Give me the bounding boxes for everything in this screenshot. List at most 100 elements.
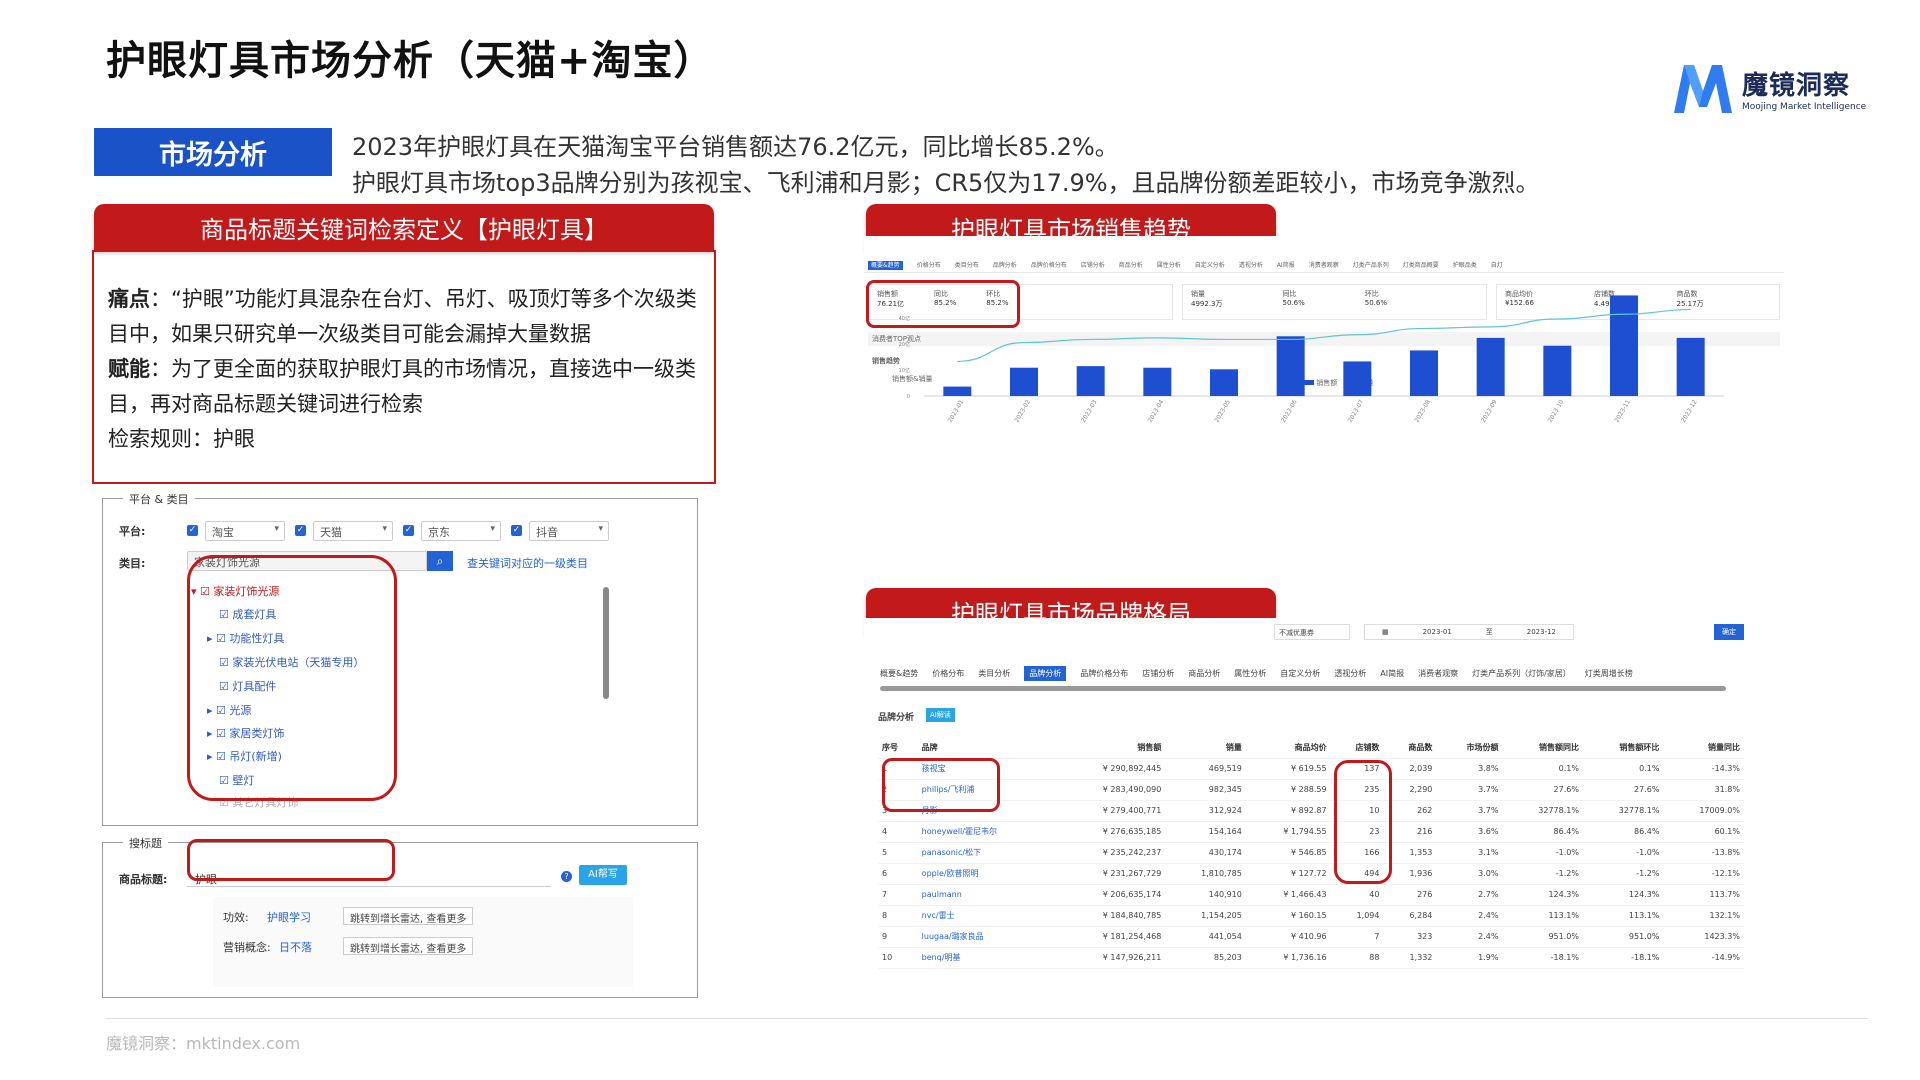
y-tick-label: 0 (907, 394, 910, 400)
date-range[interactable]: ▦ 2023-01 至 2023-12 (1364, 624, 1574, 640)
effect-jump-button[interactable]: 跳转到增长雷达, 查看更多 (343, 907, 474, 925)
effect-link[interactable]: 护眼学习 (267, 909, 311, 925)
section-tag: 市场分析 (94, 128, 332, 176)
tab[interactable]: 品牌价格分布 (1080, 669, 1128, 678)
brand-cell[interactable]: benq/明基 (917, 947, 1056, 969)
tab[interactable]: 透视分析 (1334, 669, 1366, 678)
brand-cell[interactable]: nvc/雷士 (917, 905, 1056, 927)
table-cell: -18.1% (1502, 947, 1583, 969)
tab[interactable]: 灯类周增长榜 (1585, 669, 1633, 678)
checkbox-douyin[interactable]: ✓ (511, 525, 522, 536)
table-cell: 1,154,205 (1165, 905, 1246, 927)
tab[interactable]: 概要&趋势 (880, 669, 918, 678)
ai-write-button[interactable]: AI帮写 (579, 865, 627, 885)
confirm-button[interactable]: 确定 (1714, 624, 1744, 640)
tab-scrollbar[interactable] (880, 686, 1726, 691)
bar-2023-09 (1476, 337, 1505, 396)
table-cell: ¥ 1,794.55 (1245, 821, 1331, 843)
ai-badge[interactable]: AI解读 (926, 708, 955, 722)
table-cell: 113.1% (1582, 905, 1664, 927)
tab-brand-active[interactable]: 品牌分析 (1024, 666, 1067, 681)
moojing-logo-icon (1674, 65, 1732, 113)
concept-jump-button[interactable]: 跳转到增长雷达, 查看更多 (343, 937, 474, 955)
select-taobao[interactable]: 淘宝 ▾ (205, 521, 285, 541)
select-tmall[interactable]: 天猫 ▾ (313, 521, 393, 541)
highlight-ellipse (882, 758, 1000, 812)
table-cell: -1.2% (1502, 863, 1583, 885)
logo: 魔镜洞察 Moojing Market Intelligence (1670, 58, 1880, 118)
table-cell: 17009.0% (1663, 800, 1744, 822)
table-row: 1 孩视宝 ¥ 290,892,445 469,519 ¥ 619.55 137 2,039… (878, 758, 1744, 780)
table-cell: 40 (1330, 884, 1384, 906)
select-douyin[interactable]: 抖音 ▾ (529, 521, 609, 541)
table-cell: ¥ 206,635,174 (1055, 884, 1166, 906)
table-cell: 0.1% (1582, 758, 1664, 780)
x-tick-label: 2023-09 (1480, 398, 1499, 423)
sales-trend-screenshot: 概要&趋势 价格分布 类目分布 品牌分析 品牌价格分布 店铺分析 商品分析 属性分析 自定义分析… (864, 236, 1784, 496)
highlight-ellipse (187, 839, 395, 881)
highlight-ellipse (187, 555, 397, 801)
table-cell: -14.9% (1663, 947, 1744, 969)
brand-cell[interactable]: paulmann (917, 884, 1056, 906)
summary-line-1: 2023年护眼灯具在天猫淘宝平台销售额达76.2亿元，同比增长85.2%。 (352, 133, 1119, 161)
brand-cell[interactable]: honeywell/霍尼韦尔 (917, 821, 1056, 843)
title-label: 商品标题: (119, 873, 168, 886)
chevron-down-icon: ▾ (490, 524, 495, 534)
y-tick-label: 20亿 (899, 341, 910, 348)
table-row: 3 月影 ¥ 279,400,771 312,924 ¥ 892.87 10 262 3.7%… (878, 800, 1744, 822)
coupon-select[interactable]: 不减优惠券 (1274, 624, 1350, 640)
checkbox-tmall[interactable]: ✓ (295, 525, 306, 536)
checkbox-taobao[interactable]: ✓ (187, 525, 198, 536)
table-cell: 140,910 (1165, 884, 1246, 906)
table-cell: 7 (878, 884, 918, 906)
tab[interactable]: 灯类产品系列（灯饰/家居） (1472, 669, 1571, 678)
table-cell: 0.1% (1502, 758, 1583, 780)
table-cell: 6 (878, 863, 918, 885)
table-cell: -12.1% (1663, 863, 1744, 885)
brand-table: 序号 品牌 销售额 销量 商品均价 店铺数 商品数 市场份额 销售额同比 销售额环比 销量同比 1孩… (878, 738, 1744, 969)
brand-cell[interactable]: opple/欧普照明 (917, 863, 1056, 885)
table-cell: ¥ 231,267,729 (1055, 863, 1166, 885)
pain-point: 痛点：“护眼”功能灯具混杂在台灯、吊灯、吸顶灯等多个次级类目中，如果只研究单一次… (108, 287, 697, 346)
bar-2023-07 (1343, 361, 1372, 396)
calendar-icon: ▦ (1381, 628, 1389, 636)
table-cell: 1,094 (1330, 905, 1384, 927)
table-row: 10 benq/明基 ¥ 147,926,211 85,203 ¥ 1,736.16 88… (878, 947, 1744, 969)
search-icon[interactable]: ⌕ (427, 551, 453, 571)
table-row: 6 opple/欧普照明 ¥ 231,267,729 1,810,785 ¥ 127.7… (878, 863, 1744, 885)
tab[interactable]: 价格分布 (932, 669, 964, 678)
tab[interactable]: 属性分析 (1234, 669, 1266, 678)
bar-2023-12 (1676, 337, 1705, 396)
table-cell: -13.8% (1663, 842, 1744, 864)
logo-en: Moojing Market Intelligence (1742, 101, 1867, 112)
select-jd[interactable]: 京东 ▾ (421, 521, 501, 541)
table-cell: ¥ 127.72 (1245, 863, 1331, 885)
table-cell: 3.0% (1436, 863, 1503, 885)
x-tick-label: 2023-05 (1213, 398, 1232, 423)
bar-2023-03 (1076, 366, 1105, 396)
scrollbar[interactable] (603, 587, 609, 699)
table-cell: 113.7% (1663, 884, 1744, 906)
concept-link[interactable]: 日不落 (279, 939, 312, 955)
table-cell: 88 (1330, 947, 1384, 969)
help-icon[interactable]: ? (561, 871, 572, 882)
brand-cell[interactable]: luugaa/璐家良品 (917, 926, 1056, 948)
x-tick-label: 2023-03 (1080, 398, 1099, 423)
tab[interactable]: 店铺分析 (1142, 669, 1174, 678)
x-tick-label: 2023-08 (1413, 398, 1432, 423)
table-cell: -1.2% (1582, 863, 1664, 885)
brand-analysis-screenshot: 不减优惠券 ▦ 2023-01 至 2023-12 确定 概要&趋势 价格分布 类目分析 品… (864, 618, 1764, 969)
tab[interactable]: 类目分析 (978, 669, 1010, 678)
tab[interactable]: 自定义分析 (1280, 669, 1320, 678)
table-cell: 31.8% (1663, 779, 1744, 801)
brand-cell[interactable]: panasonic/松下 (917, 842, 1056, 864)
table-cell: 86.4% (1502, 821, 1583, 843)
category-lookup-link[interactable]: 查关键词对应的一级类目 (467, 555, 588, 571)
table-cell: 469,519 (1165, 758, 1246, 780)
tab[interactable]: 消费者观察 (1418, 669, 1458, 678)
table-cell: 2.7% (1436, 884, 1503, 906)
table-cell: 1,332 (1383, 947, 1437, 969)
tab[interactable]: AI简报 (1380, 669, 1404, 678)
checkbox-jd[interactable]: ✓ (403, 525, 414, 536)
tab[interactable]: 商品分析 (1188, 669, 1220, 678)
